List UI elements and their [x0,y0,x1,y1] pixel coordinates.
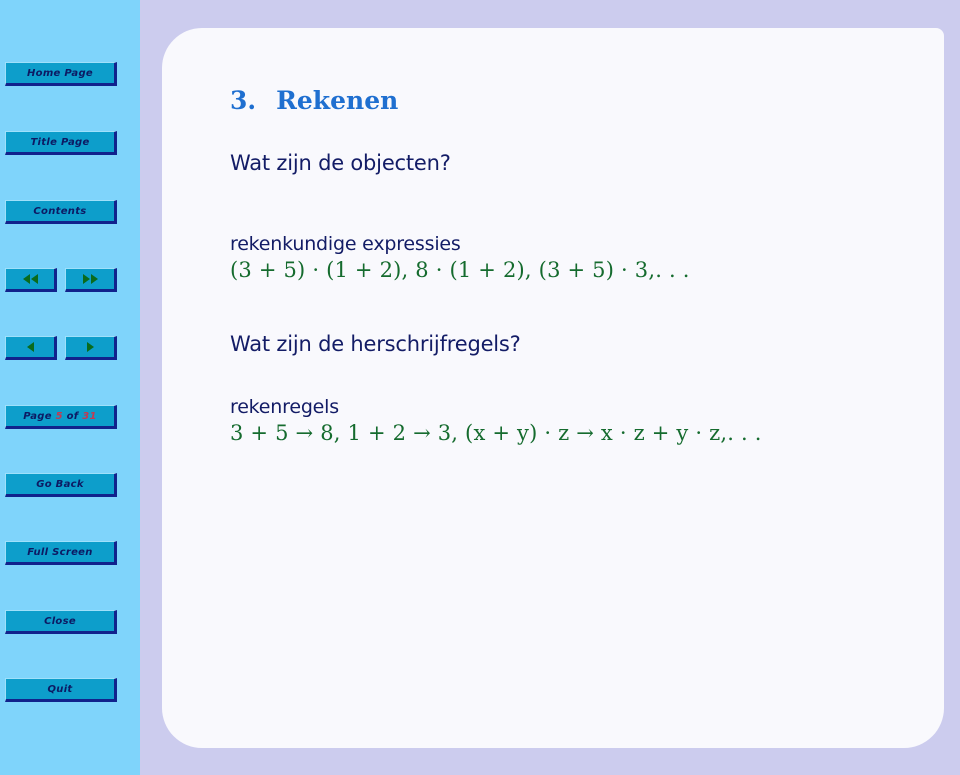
section-title: Rekenen [276,86,399,115]
sidebar-button-title-page[interactable]: Title Page [5,131,117,155]
slide-content: 3. Rekenen Wat zijn de objecten? rekenkun… [230,86,934,445]
sidebar-button-contents[interactable]: Contents [5,200,117,224]
sidebar-button-home-page-label: Home Page [26,67,93,79]
sidebar-button-next-page[interactable] [65,336,117,360]
double-arrow-right-icon [82,274,98,284]
question-rewrite-rules: Wat zijn de herschrijfregels? [230,332,521,356]
sidebar-page-indicator[interactable]: Page 5 of 31 [5,405,117,429]
sidebar-navigation-panel: Home Page Title Page Contents Page 5 of … [0,0,140,775]
sidebar-button-last-page[interactable] [65,268,117,292]
math-rewrite-rules: 3 + 5 → 8, 1 + 2 → 3, (x + y) · z → x · … [230,421,762,445]
math-expressions: (3 + 5) · (1 + 2), 8 · (1 + 2), (3 + 5) … [230,258,690,282]
double-arrow-left-icon [22,274,38,284]
page-indicator-middle: of [62,410,83,422]
sidebar-button-full-screen[interactable]: Full Screen [5,541,117,565]
section-number: 3. [230,86,257,115]
page-indicator-prefix: Page [23,410,56,422]
sidebar-button-quit[interactable]: Quit [5,678,117,702]
label-rekenkundige-expressies: rekenkundige expressies [230,233,461,255]
sidebar-button-close-label: Close [44,615,76,627]
sidebar-button-contents-label: Contents [33,205,87,217]
sidebar-button-go-back[interactable]: Go Back [5,473,117,497]
sidebar-button-home-page[interactable]: Home Page [5,62,117,86]
sidebar-button-full-screen-label: Full Screen [27,546,93,558]
label-rekenregels: rekenregels [230,396,339,418]
section-heading: 3. Rekenen [230,86,934,115]
slide-panel: 3. Rekenen Wat zijn de objecten? rekenkun… [162,28,944,748]
sidebar-button-go-back-label: Go Back [36,478,84,490]
page-indicator-current: 5 [55,410,63,422]
sidebar-button-first-page[interactable] [5,268,57,292]
sidebar-button-close[interactable]: Close [5,610,117,634]
sidebar-button-previous-page[interactable] [5,336,57,360]
sidebar-button-title-page-label: Title Page [30,136,90,148]
page-indicator-total: 31 [82,410,97,422]
arrow-left-icon [26,342,34,352]
arrow-right-icon [86,342,94,352]
sidebar-button-quit-label: Quit [47,683,73,695]
question-objects: Wat zijn de objecten? [230,151,451,175]
